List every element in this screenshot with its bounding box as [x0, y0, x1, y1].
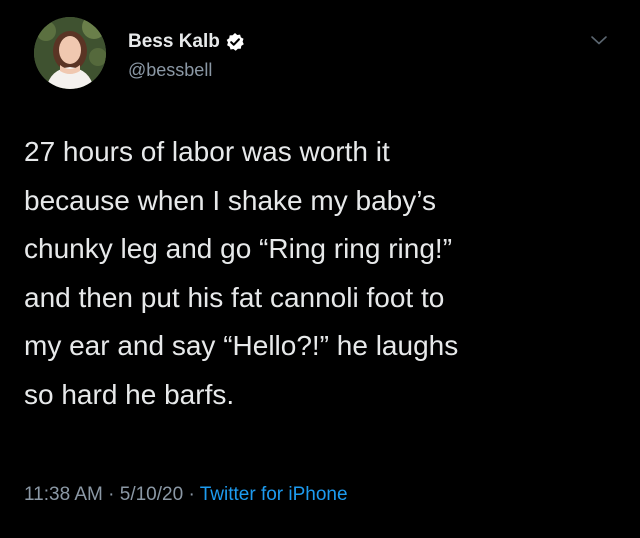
author-name-row[interactable]: Bess Kalb	[128, 30, 245, 54]
profile-photo	[34, 17, 106, 89]
verified-badge-icon	[225, 32, 245, 52]
tweet-line: and then put his fat cannoli foot to	[24, 281, 445, 313]
tweet-line: so hard he barfs.	[24, 378, 235, 410]
tweet-source-link[interactable]: Twitter for iPhone	[200, 484, 348, 505]
chevron-down-icon[interactable]	[590, 34, 608, 46]
meta-separator: ·	[102, 484, 120, 505]
tweet-line: because when I shake my baby’s	[24, 184, 436, 216]
tweet-text: 27 hours of labor was worth it because w…	[24, 128, 604, 419]
tweet-line: 27 hours of labor was worth it	[24, 136, 390, 167]
tweet-meta: 11:38 AM · 5/10/20 · Twitter for iPhone	[24, 484, 348, 506]
tweet-line: chunky leg and go “Ring ring ring!”	[24, 233, 453, 264]
display-name[interactable]: Bess Kalb	[128, 31, 220, 53]
handle[interactable]: @bessbell	[128, 60, 212, 81]
tweet-card: Bess Kalb @bessbell 27 hours of labor wa…	[0, 0, 640, 538]
avatar[interactable]	[34, 17, 106, 89]
meta-separator: ·	[183, 484, 200, 505]
tweet-line: my ear and say “Hello?!” he laughs	[24, 330, 459, 361]
tweet-date[interactable]: 5/10/20	[120, 484, 183, 505]
tweet-time[interactable]: 11:38 AM	[24, 484, 103, 505]
